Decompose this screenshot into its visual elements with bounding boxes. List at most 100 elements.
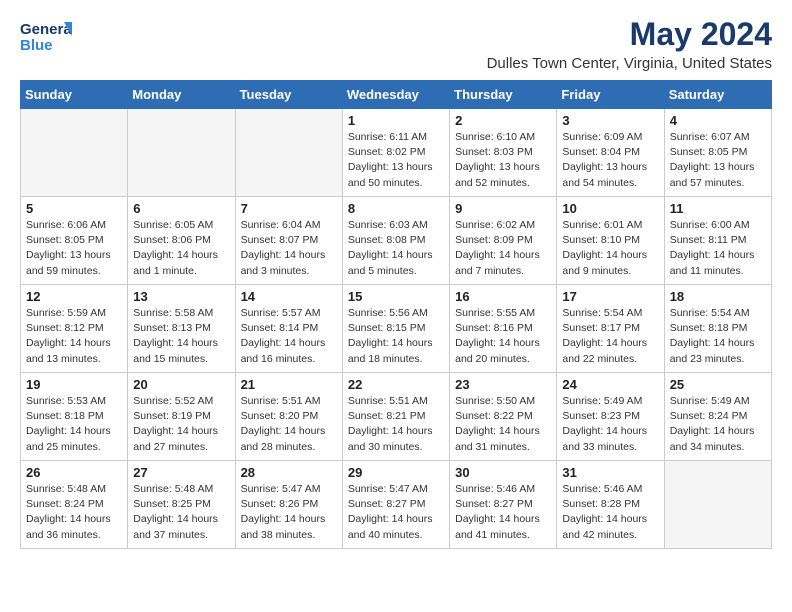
day-number: 19 [26, 377, 122, 392]
day-number: 26 [26, 465, 122, 480]
day-info: Sunrise: 5:47 AMSunset: 8:27 PMDaylight:… [348, 482, 444, 543]
logo: General Blue [20, 16, 72, 56]
weekday-header-monday: Monday [128, 81, 235, 109]
svg-text:General: General [20, 21, 72, 38]
weekday-header-friday: Friday [557, 81, 664, 109]
weekday-header-sunday: Sunday [21, 81, 128, 109]
day-number: 31 [562, 465, 658, 480]
day-number: 25 [670, 377, 766, 392]
week-row-5: 26 Sunrise: 5:48 AMSunset: 8:24 PMDayligh… [21, 461, 772, 549]
calendar-cell: 17 Sunrise: 5:54 AMSunset: 8:17 PMDayligh… [557, 285, 664, 373]
day-info: Sunrise: 6:09 AMSunset: 8:04 PMDaylight:… [562, 130, 658, 191]
day-number: 22 [348, 377, 444, 392]
calendar-cell: 25 Sunrise: 5:49 AMSunset: 8:24 PMDayligh… [664, 373, 771, 461]
calendar-cell [21, 109, 128, 197]
month-title: May 2024 [487, 16, 772, 53]
day-info: Sunrise: 5:48 AMSunset: 8:24 PMDaylight:… [26, 482, 122, 543]
weekday-header-wednesday: Wednesday [342, 81, 449, 109]
day-number: 21 [241, 377, 337, 392]
calendar-cell: 3 Sunrise: 6:09 AMSunset: 8:04 PMDaylight… [557, 109, 664, 197]
calendar-cell: 9Sunrise: 6:02 AMSunset: 8:09 PMDaylight… [450, 197, 557, 285]
day-info: Sunrise: 5:58 AMSunset: 8:13 PMDaylight:… [133, 306, 229, 367]
calendar-cell: 11Sunrise: 6:00 AMSunset: 8:11 PMDayligh… [664, 197, 771, 285]
day-info: Sunrise: 5:54 AMSunset: 8:18 PMDaylight:… [670, 306, 766, 367]
day-number: 2 [455, 113, 551, 128]
day-info: Sunrise: 5:50 AMSunset: 8:22 PMDaylight:… [455, 394, 551, 455]
day-number: 28 [241, 465, 337, 480]
week-row-3: 12Sunrise: 5:59 AMSunset: 8:12 PMDayligh… [21, 285, 772, 373]
calendar-cell: 24Sunrise: 5:49 AMSunset: 8:23 PMDayligh… [557, 373, 664, 461]
calendar-table: SundayMondayTuesdayWednesdayThursdayFrid… [20, 80, 772, 549]
week-row-1: 1 Sunrise: 6:11 AMSunset: 8:02 PMDaylight… [21, 109, 772, 197]
calendar-cell: 5 Sunrise: 6:06 AMSunset: 8:05 PMDaylight… [21, 197, 128, 285]
day-info: Sunrise: 5:52 AMSunset: 8:19 PMDaylight:… [133, 394, 229, 455]
day-info: Sunrise: 6:04 AMSunset: 8:07 PMDaylight:… [241, 218, 337, 279]
calendar-cell: 23Sunrise: 5:50 AMSunset: 8:22 PMDayligh… [450, 373, 557, 461]
calendar-cell: 27Sunrise: 5:48 AMSunset: 8:25 PMDayligh… [128, 461, 235, 549]
page-header: General Blue May 2024 Dulles Town Center… [20, 16, 772, 72]
day-info: Sunrise: 5:49 AMSunset: 8:24 PMDaylight:… [670, 394, 766, 455]
day-info: Sunrise: 5:51 AMSunset: 8:21 PMDaylight:… [348, 394, 444, 455]
day-number: 18 [670, 289, 766, 304]
logo-icon: General Blue [20, 16, 72, 56]
calendar-cell: 6 Sunrise: 6:05 AMSunset: 8:06 PMDaylight… [128, 197, 235, 285]
calendar-cell [235, 109, 342, 197]
calendar-cell: 30 Sunrise: 5:46 AMSunset: 8:27 PMDayligh… [450, 461, 557, 549]
weekday-header-row: SundayMondayTuesdayWednesdayThursdayFrid… [21, 81, 772, 109]
calendar-cell: 26 Sunrise: 5:48 AMSunset: 8:24 PMDayligh… [21, 461, 128, 549]
day-number: 14 [241, 289, 337, 304]
calendar-cell: 19 Sunrise: 5:53 AMSunset: 8:18 PMDayligh… [21, 373, 128, 461]
calendar-cell [664, 461, 771, 549]
day-number: 16 [455, 289, 551, 304]
calendar-cell [128, 109, 235, 197]
calendar-cell: 10 Sunrise: 6:01 AMSunset: 8:10 PMDayligh… [557, 197, 664, 285]
calendar-cell: 18 Sunrise: 5:54 AMSunset: 8:18 PMDayligh… [664, 285, 771, 373]
day-info: Sunrise: 6:01 AMSunset: 8:10 PMDaylight:… [562, 218, 658, 279]
calendar-cell: 16 Sunrise: 5:55 AMSunset: 8:16 PMDayligh… [450, 285, 557, 373]
day-number: 4 [670, 113, 766, 128]
day-number: 6 [133, 201, 229, 216]
day-info: Sunrise: 5:54 AMSunset: 8:17 PMDaylight:… [562, 306, 658, 367]
calendar-cell: 21 Sunrise: 5:51 AMSunset: 8:20 PMDayligh… [235, 373, 342, 461]
day-info: Sunrise: 6:06 AMSunset: 8:05 PMDaylight:… [26, 218, 122, 279]
day-number: 13 [133, 289, 229, 304]
day-number: 24 [562, 377, 658, 392]
calendar-cell: 7 Sunrise: 6:04 AMSunset: 8:07 PMDaylight… [235, 197, 342, 285]
day-info: Sunrise: 6:07 AMSunset: 8:05 PMDaylight:… [670, 130, 766, 191]
calendar-cell: 14Sunrise: 5:57 AMSunset: 8:14 PMDayligh… [235, 285, 342, 373]
day-number: 3 [562, 113, 658, 128]
day-info: Sunrise: 5:46 AMSunset: 8:27 PMDaylight:… [455, 482, 551, 543]
location: Dulles Town Center, Virginia, United Sta… [487, 55, 772, 72]
weekday-header-tuesday: Tuesday [235, 81, 342, 109]
day-info: Sunrise: 6:11 AMSunset: 8:02 PMDaylight:… [348, 130, 444, 191]
day-info: Sunrise: 5:46 AMSunset: 8:28 PMDaylight:… [562, 482, 658, 543]
day-number: 10 [562, 201, 658, 216]
day-info: Sunrise: 5:55 AMSunset: 8:16 PMDaylight:… [455, 306, 551, 367]
week-row-4: 19 Sunrise: 5:53 AMSunset: 8:18 PMDayligh… [21, 373, 772, 461]
day-info: Sunrise: 6:03 AMSunset: 8:08 PMDaylight:… [348, 218, 444, 279]
day-number: 5 [26, 201, 122, 216]
day-number: 20 [133, 377, 229, 392]
svg-text:Blue: Blue [20, 37, 53, 54]
weekday-header-saturday: Saturday [664, 81, 771, 109]
calendar-cell: 13 Sunrise: 5:58 AMSunset: 8:13 PMDayligh… [128, 285, 235, 373]
day-info: Sunrise: 5:48 AMSunset: 8:25 PMDaylight:… [133, 482, 229, 543]
day-number: 30 [455, 465, 551, 480]
day-info: Sunrise: 6:10 AMSunset: 8:03 PMDaylight:… [455, 130, 551, 191]
day-info: Sunrise: 5:51 AMSunset: 8:20 PMDaylight:… [241, 394, 337, 455]
calendar-cell: 31 Sunrise: 5:46 AMSunset: 8:28 PMDayligh… [557, 461, 664, 549]
calendar-cell: 22 Sunrise: 5:51 AMSunset: 8:21 PMDayligh… [342, 373, 449, 461]
day-number: 1 [348, 113, 444, 128]
day-number: 9 [455, 201, 551, 216]
calendar-cell: 28Sunrise: 5:47 AMSunset: 8:26 PMDayligh… [235, 461, 342, 549]
day-number: 7 [241, 201, 337, 216]
title-area: May 2024 Dulles Town Center, Virginia, U… [487, 16, 772, 72]
day-info: Sunrise: 5:53 AMSunset: 8:18 PMDaylight:… [26, 394, 122, 455]
day-info: Sunrise: 6:05 AMSunset: 8:06 PMDaylight:… [133, 218, 229, 279]
calendar-cell: 29Sunrise: 5:47 AMSunset: 8:27 PMDayligh… [342, 461, 449, 549]
calendar-cell: 1 Sunrise: 6:11 AMSunset: 8:02 PMDaylight… [342, 109, 449, 197]
day-number: 17 [562, 289, 658, 304]
calendar-cell: 20 Sunrise: 5:52 AMSunset: 8:19 PMDayligh… [128, 373, 235, 461]
day-info: Sunrise: 5:56 AMSunset: 8:15 PMDaylight:… [348, 306, 444, 367]
calendar-cell: 15Sunrise: 5:56 AMSunset: 8:15 PMDayligh… [342, 285, 449, 373]
